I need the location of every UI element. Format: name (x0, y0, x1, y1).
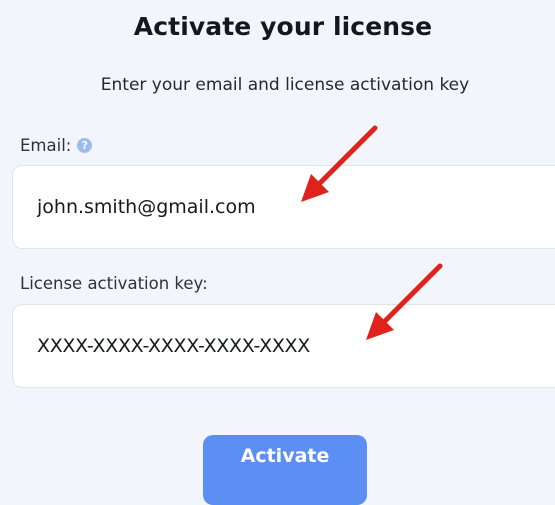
page-subtitle: Enter your email and license activation … (100, 75, 470, 95)
email-label: Email: ? (20, 136, 93, 155)
page-title: Activate your license (133, 12, 433, 41)
license-key-input[interactable] (12, 304, 555, 388)
email-label-text: Email: (20, 136, 72, 155)
activate-button[interactable]: Activate (203, 435, 367, 505)
email-input[interactable] (12, 165, 555, 249)
license-key-label: License activation key: (20, 274, 208, 293)
help-icon[interactable]: ? (77, 138, 93, 153)
